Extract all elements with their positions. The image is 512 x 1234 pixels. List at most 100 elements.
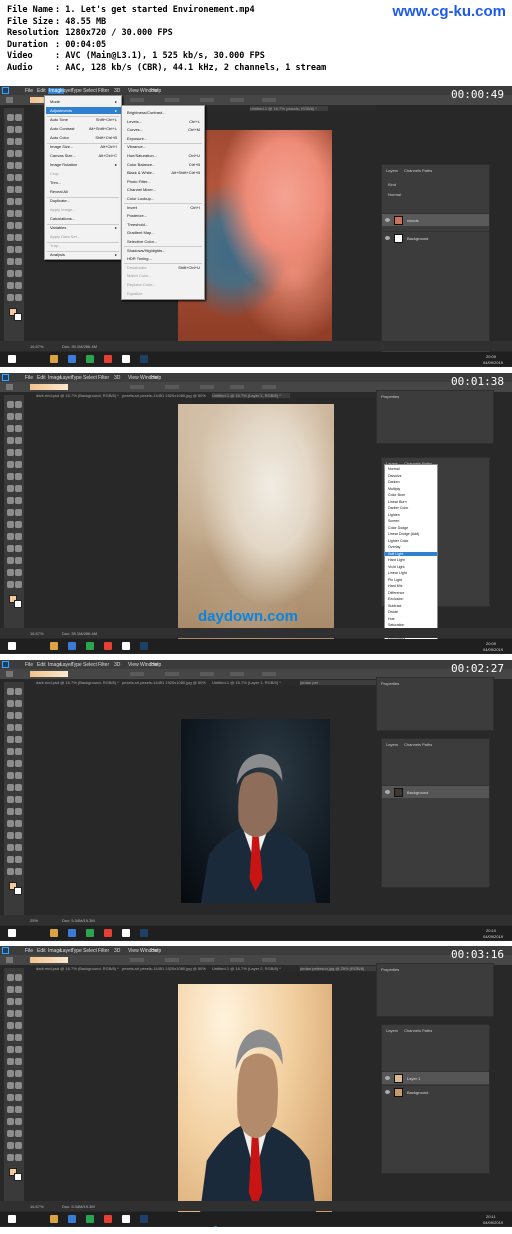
option-control[interactable] (165, 672, 179, 676)
tool-icon[interactable] (15, 270, 22, 277)
taskbar-app-icon[interactable] (140, 1215, 148, 1223)
tool-icon[interactable] (7, 796, 14, 803)
menu-item[interactable]: Auto Contrast (50, 126, 74, 131)
tool-icon[interactable] (7, 1058, 14, 1065)
tool-icon[interactable] (15, 497, 22, 504)
menu-select[interactable]: Select (83, 88, 97, 94)
taskbar-app-icon[interactable] (68, 642, 76, 650)
zoom-level[interactable]: 16.67% (30, 344, 44, 349)
visibility-eye-icon[interactable] (385, 1076, 390, 1080)
taskbar-app-icon[interactable] (50, 355, 58, 363)
blend-mode-option[interactable]: Hard Mix (388, 584, 402, 588)
tool-icon[interactable] (7, 986, 14, 993)
tool-icon[interactable] (15, 808, 22, 815)
option-control[interactable] (230, 385, 244, 389)
tool-icon[interactable] (7, 1142, 14, 1149)
menu-type[interactable]: Type (71, 88, 82, 94)
menu-3d[interactable]: 3D (114, 375, 120, 381)
background-color-swatch[interactable] (14, 887, 22, 895)
document-tab[interactable]: jordan peterson.jpg @ 25% (RGB/8) (300, 966, 378, 971)
menu-3d[interactable]: 3D (114, 948, 120, 954)
tool-icon[interactable] (15, 114, 22, 121)
menu-item[interactable]: Vibrance... (127, 144, 146, 149)
tool-icon[interactable] (7, 784, 14, 791)
taskbar-app-icon[interactable] (104, 355, 112, 363)
menu-type[interactable]: Type (71, 948, 82, 954)
tool-icon[interactable] (15, 772, 22, 779)
menu-item[interactable]: Reveal All (50, 189, 68, 194)
option-control[interactable] (130, 385, 144, 389)
windows-start-icon[interactable] (8, 1215, 16, 1223)
visibility-eye-icon[interactable] (385, 218, 390, 222)
tool-icon[interactable] (15, 413, 22, 420)
menu-edit[interactable]: Edit (37, 88, 46, 94)
blend-mode-dropdown[interactable]: Normal Dissolve Darken Multiply Color Burn Li… (384, 464, 438, 644)
tool-icon[interactable] (15, 724, 22, 731)
menu-item[interactable]: Image Rotation (50, 162, 77, 167)
document-tab[interactable]: pexels-sri pexels-14451 1920x1080.jpg @ … (122, 680, 206, 685)
document-tab[interactable]: Untitled-1 @ 16.7% (Layer 2, RGB/8) * (212, 966, 296, 971)
menu-item[interactable]: Posterize... (127, 213, 147, 218)
tool-icon[interactable] (15, 1058, 22, 1065)
tool-icon[interactable] (15, 688, 22, 695)
visibility-eye-icon[interactable] (385, 1090, 390, 1094)
document-tab[interactable]: Untitled-1 @ 16.7% (clouds, RGB/8) * (250, 106, 328, 111)
tool-icon[interactable] (15, 1142, 22, 1149)
taskbar-app-icon[interactable] (86, 642, 94, 650)
layer-row[interactable]: Layer 1 (382, 1071, 489, 1084)
tool-icon[interactable] (15, 294, 22, 301)
blend-mode-option[interactable]: Linear Dodge (Add) (388, 532, 419, 536)
tool-icon[interactable] (15, 210, 22, 217)
option-control[interactable] (130, 98, 144, 102)
layers-tab-layers[interactable]: Layers (386, 742, 398, 747)
tool-icon[interactable] (7, 186, 14, 193)
visibility-eye-icon[interactable] (385, 236, 390, 240)
site-url[interactable]: www.cg-ku.com (392, 3, 506, 20)
option-control[interactable] (165, 958, 179, 962)
tool-icon[interactable] (15, 832, 22, 839)
tool-icon[interactable] (15, 533, 22, 540)
blend-mode-option[interactable]: Subtract (388, 604, 401, 608)
menu-item[interactable]: Shadows/Highlights... (127, 248, 165, 253)
taskbar-app-icon[interactable] (68, 929, 76, 937)
tool-icon[interactable] (7, 1118, 14, 1125)
tool-icon[interactable] (7, 1046, 14, 1053)
tool-icon[interactable] (7, 473, 14, 480)
tool-icon[interactable] (15, 1118, 22, 1125)
menu-file[interactable]: File (25, 375, 33, 381)
tool-icon[interactable] (15, 974, 22, 981)
tool-icon[interactable] (15, 234, 22, 241)
tool-icon[interactable] (15, 700, 22, 707)
blend-mode-option[interactable]: Dissolve (388, 474, 402, 478)
tool-icon[interactable] (15, 1094, 22, 1101)
tool-icon[interactable] (7, 1094, 14, 1101)
tool-icon[interactable] (15, 473, 22, 480)
tool-icon[interactable] (7, 150, 14, 157)
taskbar-app-icon[interactable] (86, 1215, 94, 1223)
layer-row[interactable]: Background (382, 231, 489, 244)
tool-icon[interactable] (7, 1022, 14, 1029)
menu-filter[interactable]: Filter (98, 375, 109, 381)
tool-icon[interactable] (15, 820, 22, 827)
tool-icon[interactable] (15, 461, 22, 468)
menu-select[interactable]: Select (83, 375, 97, 381)
blend-mode-option[interactable]: Lighter Color (388, 539, 409, 543)
menu-item[interactable]: Auto Color (50, 135, 69, 140)
tool-icon[interactable] (7, 700, 14, 707)
tool-icon[interactable] (15, 760, 22, 767)
tool-icon[interactable] (7, 760, 14, 767)
zoom-level[interactable]: 16.67% (30, 1204, 44, 1209)
menu-file[interactable]: File (25, 88, 33, 94)
blend-mode-option[interactable]: Vivid Light (388, 565, 405, 569)
taskbar-app-icon[interactable] (68, 355, 76, 363)
tool-icon[interactable] (7, 210, 14, 217)
option-control[interactable] (165, 98, 179, 102)
blend-mode-option[interactable]: Multiply (388, 487, 400, 491)
tool-icon[interactable] (15, 986, 22, 993)
tool-icon[interactable] (15, 712, 22, 719)
tool-icon[interactable] (7, 449, 14, 456)
tool-icon[interactable] (7, 688, 14, 695)
document-tab[interactable]: jordan pet (300, 680, 378, 685)
tool-icon[interactable] (15, 425, 22, 432)
taskbar-app-icon[interactable] (104, 929, 112, 937)
